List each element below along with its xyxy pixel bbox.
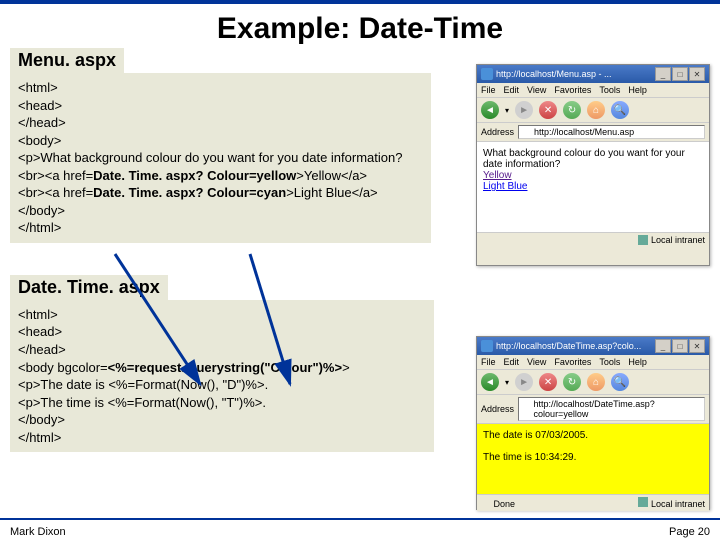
forward-icon[interactable]: ►	[515, 101, 533, 119]
code-line: </head>	[18, 341, 426, 359]
address-label: Address	[481, 127, 514, 137]
back-icon[interactable]: ◄	[481, 101, 499, 119]
browser-window-menu: http://localhost/Menu.asp - ... _ □ ✕ Fi…	[476, 64, 710, 266]
footer-page: Page 20	[669, 526, 710, 538]
maximize-button[interactable]: □	[672, 67, 688, 81]
done-icon	[481, 497, 491, 507]
section2-label: Date. Time. aspx	[10, 275, 168, 300]
status-text: Local intranet	[651, 235, 705, 245]
menu-edit[interactable]: Edit	[504, 85, 520, 95]
code-block-2: <html> <head> </head> <body bgcolor=<%=r…	[10, 300, 434, 452]
statusbar: Local intranet	[477, 232, 709, 247]
menu-edit[interactable]: Edit	[504, 357, 520, 367]
section1-label: Menu. aspx	[10, 48, 124, 73]
stop-icon[interactable]: ✕	[539, 373, 557, 391]
menu-favorites[interactable]: Favorites	[554, 357, 591, 367]
menu-file[interactable]: File	[481, 85, 496, 95]
page-content: The date is 07/03/2005. The time is 10:3…	[477, 424, 709, 494]
menu-favorites[interactable]: Favorites	[554, 85, 591, 95]
menu-tools[interactable]: Tools	[599, 85, 620, 95]
content-text: The date is 07/03/2005.	[483, 430, 703, 441]
minimize-button[interactable]: _	[655, 339, 671, 353]
address-bar: Address http://localhost/DateTime.asp?co…	[477, 395, 709, 424]
titlebar: http://localhost/Menu.asp - ... _ □ ✕	[477, 65, 709, 83]
menu-help[interactable]: Help	[628, 357, 647, 367]
code-line: <br><a href=Date. Time. aspx? Colour=cya…	[18, 184, 423, 202]
titlebar: http://localhost/DateTime.asp?colo... _ …	[477, 337, 709, 355]
code-line: </html>	[18, 429, 426, 447]
page-content: What background colour do you want for y…	[477, 142, 709, 232]
minimize-button[interactable]: _	[655, 67, 671, 81]
back-dropdown-icon[interactable]: ▾	[505, 378, 509, 387]
close-button[interactable]: ✕	[689, 339, 705, 353]
content-text: The time is 10:34:29.	[483, 452, 703, 463]
search-icon[interactable]: 🔍	[611, 101, 629, 119]
status-text: Done	[494, 499, 516, 509]
status-text: Local intranet	[651, 499, 705, 509]
menu-view[interactable]: View	[527, 85, 546, 95]
code-line: </html>	[18, 219, 423, 237]
window-title: http://localhost/DateTime.asp?colo...	[496, 341, 641, 351]
address-input[interactable]: http://localhost/DateTime.asp?colour=yel…	[518, 397, 705, 421]
code-line: </head>	[18, 114, 423, 132]
window-title: http://localhost/Menu.asp - ...	[496, 69, 612, 79]
code-line: <p>What background colour do you want fo…	[18, 149, 423, 167]
code-line: </body>	[18, 411, 426, 429]
code-line: <br><a href=Date. Time. aspx? Colour=yel…	[18, 167, 423, 185]
code-line: <head>	[18, 323, 426, 341]
stop-icon[interactable]: ✕	[539, 101, 557, 119]
home-icon[interactable]: ⌂	[587, 101, 605, 119]
menubar: File Edit View Favorites Tools Help	[477, 83, 709, 98]
menu-tools[interactable]: Tools	[599, 357, 620, 367]
code-line: <html>	[18, 79, 423, 97]
link-lightblue[interactable]: Light Blue	[483, 181, 527, 192]
maximize-button[interactable]: □	[672, 339, 688, 353]
home-icon[interactable]: ⌂	[587, 373, 605, 391]
refresh-icon[interactable]: ↻	[563, 101, 581, 119]
close-button[interactable]: ✕	[689, 67, 705, 81]
menubar: File Edit View Favorites Tools Help	[477, 355, 709, 370]
menu-view[interactable]: View	[527, 357, 546, 367]
code-line: <p>The date is <%=Format(Now(), "D")%>.	[18, 376, 426, 394]
footer-author: Mark Dixon	[10, 526, 66, 538]
code-line: </body>	[18, 202, 423, 220]
code-line: <body bgcolor=<%=request. querystring("C…	[18, 359, 426, 377]
address-label: Address	[481, 404, 514, 414]
code-block-1: <html> <head> </head> <body> <p>What bac…	[10, 73, 431, 243]
toolbar: ◄ ▾ ► ✕ ↻ ⌂ 🔍	[477, 98, 709, 123]
code-line: <head>	[18, 97, 423, 115]
code-line: <p>The time is <%=Format(Now(), "T")%>.	[18, 394, 426, 412]
forward-icon[interactable]: ►	[515, 373, 533, 391]
browser-window-datetime: http://localhost/DateTime.asp?colo... _ …	[476, 336, 710, 510]
ie-icon	[481, 340, 493, 352]
content-text: What background colour do you want for y…	[483, 148, 703, 170]
menu-file[interactable]: File	[481, 357, 496, 367]
divider	[0, 518, 720, 520]
statusbar: Done Local intranet	[477, 494, 709, 511]
address-input[interactable]: http://localhost/Menu.asp	[518, 125, 705, 139]
back-icon[interactable]: ◄	[481, 373, 499, 391]
zone-icon	[638, 235, 648, 245]
back-dropdown-icon[interactable]: ▾	[505, 106, 509, 115]
refresh-icon[interactable]: ↻	[563, 373, 581, 391]
slide-title: Example: Date-Time	[0, 12, 720, 46]
search-icon[interactable]: 🔍	[611, 373, 629, 391]
menu-help[interactable]: Help	[628, 85, 647, 95]
link-yellow[interactable]: Yellow	[483, 170, 512, 181]
zone-icon	[638, 497, 648, 507]
ie-icon	[481, 68, 493, 80]
toolbar: ◄ ▾ ► ✕ ↻ ⌂ 🔍	[477, 370, 709, 395]
address-bar: Address http://localhost/Menu.asp	[477, 123, 709, 142]
code-line: <body>	[18, 132, 423, 150]
code-line: <html>	[18, 306, 426, 324]
